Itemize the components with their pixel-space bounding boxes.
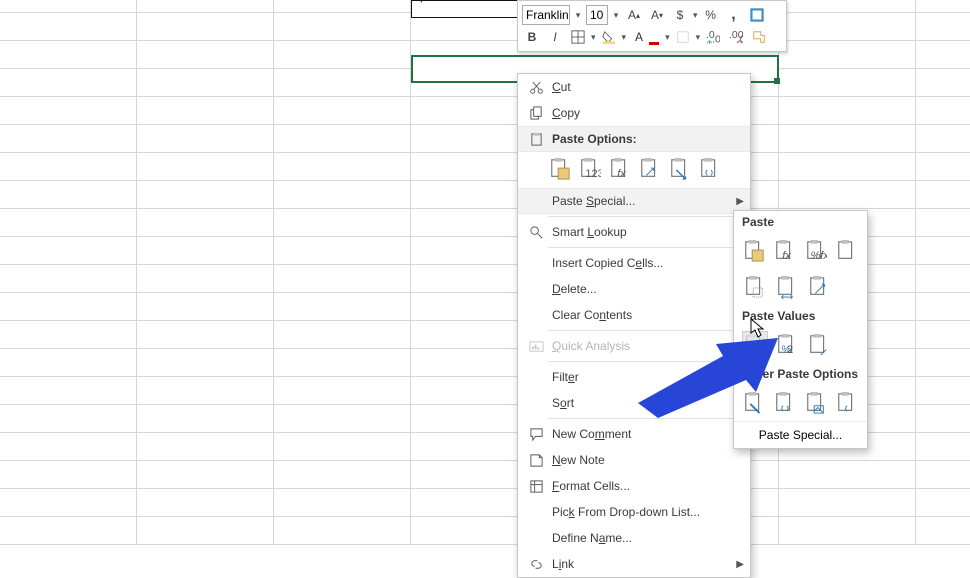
paste-formatting-icon[interactable]	[668, 156, 692, 182]
bold-button[interactable]: B	[522, 27, 542, 47]
increase-decimal-icon[interactable]: .0.00	[703, 27, 723, 47]
link-icon	[524, 557, 548, 572]
font-name-dropdown[interactable]: ▾	[573, 10, 583, 21]
note-icon	[524, 453, 548, 468]
paste-picture-icon[interactable]	[804, 389, 829, 417]
fill-color-icon[interactable]	[599, 27, 619, 47]
format-cells-icon[interactable]	[747, 5, 767, 25]
paste-no-borders-icon[interactable]	[742, 273, 768, 301]
svg-text:123: 123	[585, 168, 601, 180]
paste-link-icon[interactable]	[698, 156, 722, 182]
paste-all-icon[interactable]	[742, 237, 767, 265]
paste-formulas-icon[interactable]: fx	[608, 156, 632, 182]
menu-cut[interactable]: Cut	[518, 74, 750, 100]
menu-smart-lookup[interactable]: Smart Lookup	[518, 219, 750, 245]
font-size-input[interactable]: 10	[586, 5, 608, 25]
mouse-cursor-icon	[750, 318, 766, 338]
paste-options-row: 123 fx	[518, 152, 750, 188]
menu-filter[interactable]: Filter ▶	[518, 364, 750, 390]
decrease-decimal-icon[interactable]: .00.0	[726, 27, 746, 47]
menu-link[interactable]: Link ▶	[518, 551, 750, 577]
accounting-format-icon[interactable]: $	[670, 5, 690, 25]
submenu-arrow-icon: ▶	[736, 559, 744, 570]
menu-new-comment[interactable]: New Comment	[518, 421, 750, 447]
context-menu: Cut Copy Paste Options: 123 fx Paste Spe…	[517, 73, 751, 578]
paste-values-number-format-icon[interactable]: %2	[774, 331, 800, 359]
paste-transpose-icon[interactable]	[638, 156, 662, 182]
increase-font-icon[interactable]: A▴	[624, 5, 644, 25]
svg-text:.00: .00	[712, 33, 720, 44]
copy-icon	[524, 106, 548, 121]
paste-values-icon[interactable]: 123	[578, 156, 602, 182]
menu-pick-from-list[interactable]: Pick From Drop-down List...	[518, 499, 750, 525]
quick-analysis-icon	[524, 339, 548, 354]
svg-text:%fx: %fx	[810, 250, 827, 262]
paste-formatting-only-icon[interactable]	[742, 389, 767, 417]
menu-paste-special[interactable]: Paste Special... ▶	[518, 188, 750, 214]
submenu-arrow-icon: ▶	[736, 196, 744, 207]
percent-format-icon[interactable]: %	[701, 5, 721, 25]
format-painter-icon[interactable]	[749, 27, 769, 47]
paste-formulas-icon[interactable]: fx	[773, 237, 798, 265]
format-cells-icon	[524, 479, 548, 494]
comma-format-icon[interactable]: ,	[724, 5, 744, 25]
comment-icon	[524, 427, 548, 442]
menu-format-cells[interactable]: Format Cells...	[518, 473, 750, 499]
svg-text:fx: fx	[617, 168, 626, 180]
font-color-icon[interactable]: A	[629, 27, 649, 47]
svg-text:2: 2	[787, 344, 793, 356]
menu-clear-contents[interactable]: Clear Contents	[518, 302, 750, 328]
font-name-input[interactable]: Franklin	[522, 5, 570, 25]
paste-transpose-icon[interactable]	[806, 273, 832, 301]
borders-dropdown-icon[interactable]	[673, 27, 693, 47]
decrease-font-icon[interactable]: A▾	[647, 5, 667, 25]
menu-new-note[interactable]: New Note	[518, 447, 750, 473]
paste-linked-picture-icon[interactable]	[834, 389, 859, 417]
font-size-dropdown[interactable]: ▾	[611, 10, 621, 21]
paste-source-format-icon[interactable]	[834, 237, 859, 265]
paste-column-widths-icon[interactable]	[774, 273, 800, 301]
borders-icon[interactable]	[568, 27, 588, 47]
submenu-paste-header: Paste	[734, 211, 867, 233]
paste-all-icon[interactable]	[548, 156, 572, 182]
italic-button[interactable]: I	[545, 27, 565, 47]
clipboard-icon	[524, 132, 548, 147]
paste-formulas-format-icon[interactable]: %fx	[804, 237, 829, 265]
submenu-other-options-header: Other Paste Options	[734, 363, 867, 385]
submenu-paste-special-link[interactable]: Paste Special...	[734, 421, 867, 448]
menu-quick-analysis: Quick Analysis	[518, 333, 750, 359]
paste-link-icon[interactable]	[773, 389, 798, 417]
menu-sort[interactable]: Sort ▶	[518, 390, 750, 416]
menu-copy[interactable]: Copy	[518, 100, 750, 126]
scissors-icon	[524, 80, 548, 95]
svg-text:fx: fx	[782, 250, 791, 262]
search-icon	[524, 225, 548, 240]
paste-values-source-format-icon[interactable]	[806, 331, 832, 359]
menu-delete[interactable]: Delete...	[518, 276, 750, 302]
menu-paste-options: Paste Options:	[518, 126, 750, 152]
mini-toolbar: Franklin ▾ 10 ▾ A▴ A▾ $ ▾ % , B I ▾ ▾ A …	[517, 0, 787, 52]
menu-define-name[interactable]: Define Name...	[518, 525, 750, 551]
menu-insert-copied-cells[interactable]: Insert Copied Cells...	[518, 250, 750, 276]
